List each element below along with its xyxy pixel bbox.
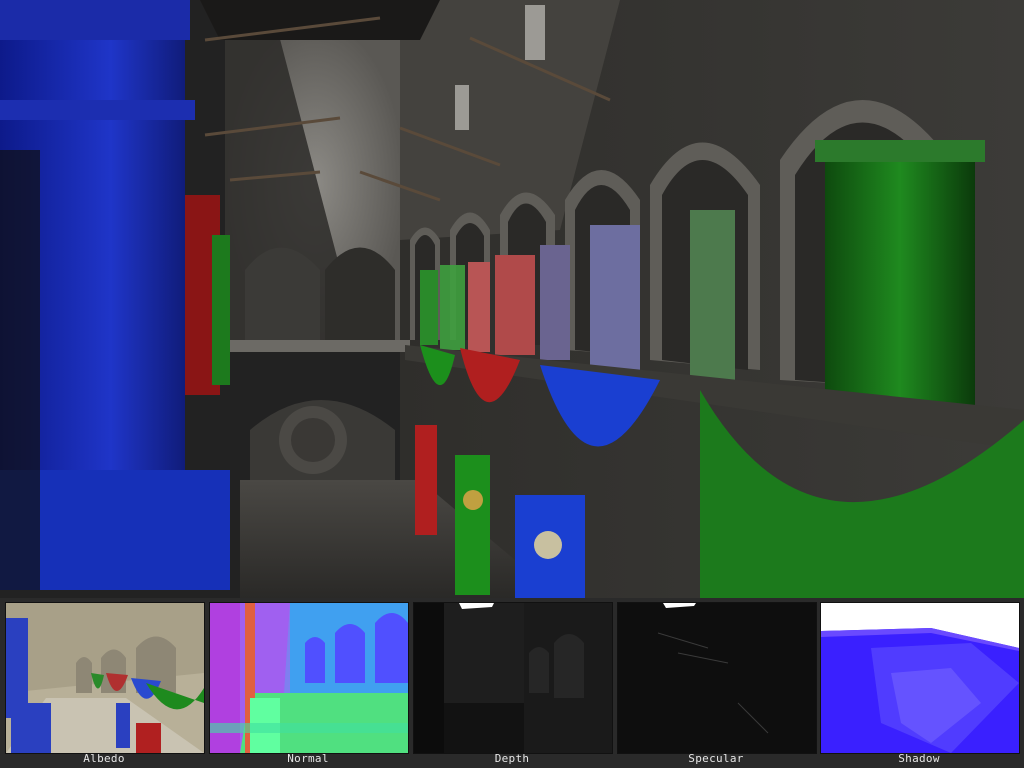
shadow-thumbnail <box>821 603 1019 753</box>
albedo-thumbnail <box>6 603 204 753</box>
specular-panel[interactable] <box>617 602 817 754</box>
depth-label: Depth <box>494 752 530 765</box>
normal-thumbnail <box>210 603 408 753</box>
albedo-panel[interactable] <box>5 602 205 754</box>
depth-thumbnail <box>414 603 612 753</box>
specular-thumbnail <box>618 603 816 753</box>
shadow-panel[interactable] <box>820 602 1020 754</box>
shadow-label: Shadow <box>898 752 940 765</box>
gbuffer-strip: Albedo Normal Depth Specular Shadow <box>0 598 1024 768</box>
normal-panel[interactable] <box>209 602 409 754</box>
normal-label: Normal <box>287 752 329 765</box>
render-viewport[interactable] <box>0 0 1024 598</box>
albedo-label: Albedo <box>83 752 125 765</box>
scene-render <box>0 0 1024 598</box>
specular-label: Specular <box>688 752 744 765</box>
depth-panel[interactable] <box>413 602 613 754</box>
